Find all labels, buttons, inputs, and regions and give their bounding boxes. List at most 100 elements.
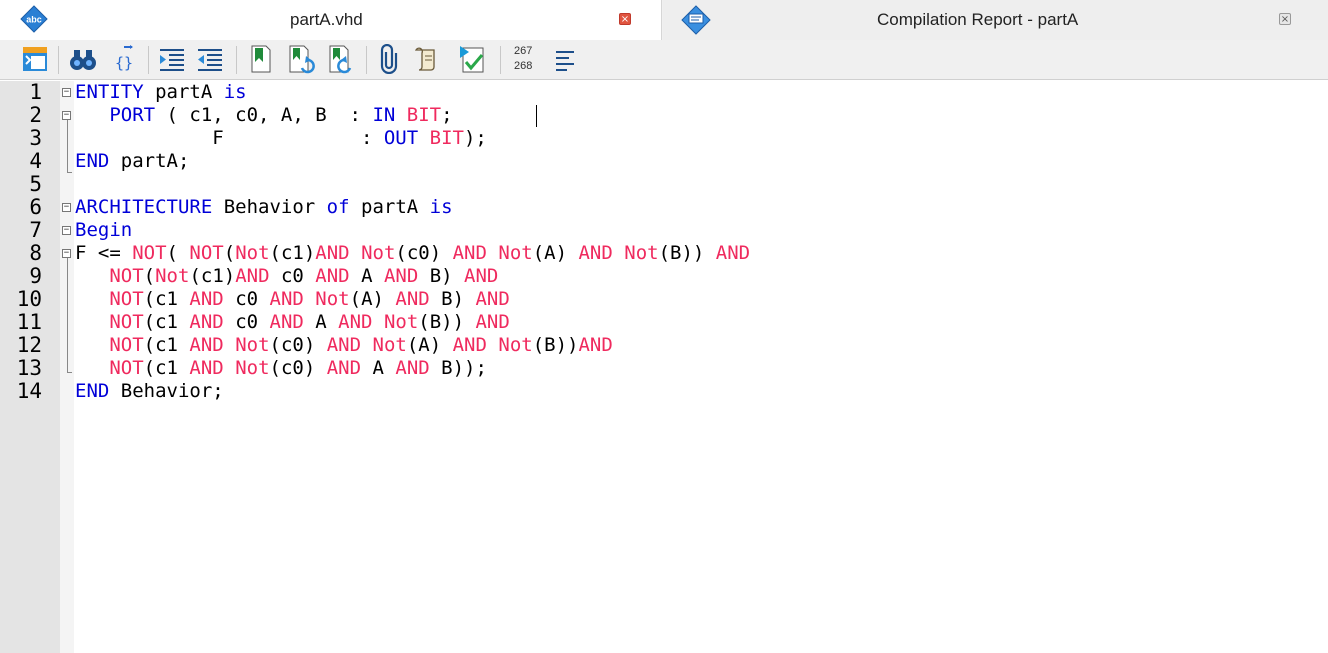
abc-vhdl-file-icon: abc xyxy=(20,5,48,33)
operator-token: NOT xyxy=(109,357,144,379)
code-line[interactable]: NOT(Not(c1)AND c0 AND A AND B) AND xyxy=(75,265,498,288)
increase-indent-icon[interactable] xyxy=(157,44,187,74)
next-bookmark-icon[interactable] xyxy=(286,44,316,74)
operator-token: Not xyxy=(383,311,419,333)
code-token: B) xyxy=(418,265,465,287)
insert-template-icon[interactable] xyxy=(20,44,50,74)
code-line[interactable]: END Behavior; xyxy=(75,380,224,403)
code-line[interactable]: PORT ( c1, c0, A, B : IN BIT; xyxy=(75,104,453,127)
operator-token: NOT xyxy=(109,311,144,333)
code-line[interactable]: NOT(c1 AND c0 AND Not(A) AND B) AND xyxy=(75,288,510,311)
toolbar-separator xyxy=(148,46,149,74)
keyword-token: is xyxy=(223,81,247,103)
code-token: (A) xyxy=(349,288,396,310)
code-token: A xyxy=(349,265,384,287)
close-tab-icon[interactable]: × xyxy=(1279,13,1291,25)
code-token: (B)) xyxy=(658,242,716,264)
keyword-token: END xyxy=(75,150,110,172)
fold-guide-line xyxy=(67,120,68,172)
fold-toggle-icon[interactable]: − xyxy=(62,226,71,235)
insert-scroll-icon[interactable] xyxy=(411,44,441,74)
code-line[interactable]: END partA; xyxy=(75,150,189,173)
fold-toggle-icon[interactable]: − xyxy=(62,111,71,120)
operator-token: Not xyxy=(498,334,533,356)
attach-paperclip-icon[interactable] xyxy=(374,44,404,74)
operator-token: Not xyxy=(498,242,533,264)
find-binoculars-icon[interactable] xyxy=(68,44,98,74)
line-number: 14 xyxy=(16,379,42,403)
code-token: c0 xyxy=(223,288,270,310)
tab-parta-vhd[interactable]: abc partA.vhd × xyxy=(0,0,662,40)
operator-token: AND xyxy=(452,242,487,264)
code-line[interactable]: F : OUT BIT); xyxy=(75,127,487,150)
code-token: (B)) xyxy=(418,311,476,333)
keyword-token: of xyxy=(326,196,350,218)
code-token: (c1 xyxy=(143,311,190,333)
operator-token: Not xyxy=(155,265,190,287)
code-token: c0 xyxy=(223,311,270,333)
code-token: c0 xyxy=(269,265,316,287)
toggle-word-wrap-icon[interactable] xyxy=(551,44,581,74)
line-number: 9 xyxy=(29,264,42,288)
fold-toggle-icon[interactable]: − xyxy=(62,249,71,258)
decrease-indent-icon[interactable] xyxy=(195,44,225,74)
code-token: B)); xyxy=(429,357,487,379)
code-line[interactable]: NOT(c1 AND c0 AND A AND Not(B)) AND xyxy=(75,311,509,334)
code-token: (c1 xyxy=(143,334,190,356)
line-number: 8 xyxy=(29,241,42,265)
operator-token: Not xyxy=(235,334,270,356)
line-number: 10 xyxy=(16,287,42,311)
operator-token: AND xyxy=(395,288,430,310)
operator-token: AND xyxy=(452,334,487,356)
line-number: 5 xyxy=(29,172,42,196)
code-token: ; xyxy=(441,104,453,126)
line-counter-top: 267 xyxy=(514,45,533,57)
code-line[interactable]: ENTITY partA is xyxy=(75,81,247,104)
operator-token: AND xyxy=(315,265,350,287)
close-tab-icon[interactable]: × xyxy=(619,13,631,25)
line-number: 4 xyxy=(29,149,42,173)
code-line[interactable]: F <= NOT( NOT(Not(c1)AND Not(c0) AND Not… xyxy=(75,242,750,265)
operator-token: AND xyxy=(189,288,224,310)
code-token: ( c1, c0, A, B : xyxy=(155,104,373,126)
operator-token: AND xyxy=(383,265,419,287)
fold-guide-end xyxy=(67,172,72,173)
fold-guide-end xyxy=(67,372,72,373)
previous-bookmark-icon[interactable] xyxy=(326,44,356,74)
tab-label: Compilation Report - partA xyxy=(877,10,1079,29)
go-to-line-icon[interactable]: 267 268 xyxy=(514,44,532,74)
operator-token: Not xyxy=(235,242,270,264)
operator-token: AND xyxy=(338,311,373,333)
fold-toggle-icon[interactable]: − xyxy=(62,88,71,97)
operator-token: AND xyxy=(235,265,270,287)
keyword-token: END xyxy=(75,380,110,402)
code-token: partA xyxy=(143,81,224,103)
code-line[interactable]: NOT(c1 AND Not(c0) AND A AND B)); xyxy=(75,357,487,380)
code-token: (c1) xyxy=(269,242,316,264)
keyword-token: IN xyxy=(372,104,396,126)
code-editor[interactable]: − − − − − 1 2 3 4 5 6 7 8 9 10 11 12 13 14 ENTITY par… xyxy=(0,81,1328,653)
operator-token: AND xyxy=(475,288,510,310)
code-token: Behavior xyxy=(212,196,327,218)
code-line[interactable]: NOT(c1 AND Not(c0) AND Not(A) AND Not(B)… xyxy=(75,334,613,357)
code-token: partA xyxy=(349,196,430,218)
tab-compilation-report[interactable]: Compilation Report - partA × xyxy=(663,0,1328,40)
operator-token: AND xyxy=(578,334,613,356)
code-line[interactable]: Begin xyxy=(75,219,132,242)
start-compilation-check-icon[interactable] xyxy=(457,44,487,74)
line-number: 11 xyxy=(16,310,42,334)
toggle-bookmark-icon[interactable] xyxy=(246,44,276,74)
line-number: 6 xyxy=(29,195,42,219)
code-line[interactable]: ARCHITECTURE Behavior of partA is xyxy=(75,196,453,219)
operator-token: NOT xyxy=(132,242,167,264)
operator-token: AND xyxy=(395,357,430,379)
svg-text:{}: {} xyxy=(115,54,133,72)
fold-toggle-icon[interactable]: − xyxy=(62,203,71,212)
find-matching-brace-icon[interactable]: {} xyxy=(109,44,139,74)
